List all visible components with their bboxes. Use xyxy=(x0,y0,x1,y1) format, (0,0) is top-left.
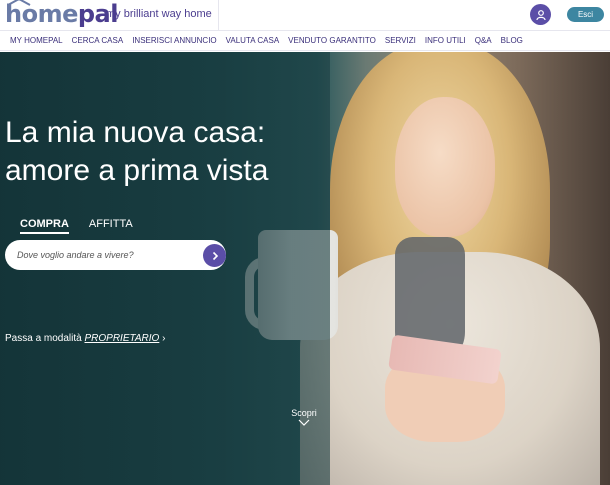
owner-link-chevron: › xyxy=(162,333,166,344)
headline-line-1: La mia nuova casa: xyxy=(5,116,266,149)
nav-item-blog[interactable]: BLOG xyxy=(501,36,523,45)
location-search-input[interactable] xyxy=(17,240,192,270)
nav-item-my-homepal[interactable]: MY HOMEPAL xyxy=(10,36,63,45)
owner-mode-link[interactable]: Passa a modalità PROPRIETARIO › xyxy=(5,333,165,344)
nav-item-servizi[interactable]: SERVIZI xyxy=(385,36,416,45)
logout-button[interactable]: Esci xyxy=(567,7,604,22)
nav-item-info-utili[interactable]: INFO UTILI xyxy=(425,36,466,45)
hero-section: La mia nuova casa: amore a prima vista C… xyxy=(0,52,610,485)
roof-icon xyxy=(7,0,31,6)
nav-item-valuta-casa[interactable]: VALUTA CASA xyxy=(226,36,280,45)
nav-item-venduto-garantito[interactable]: VENDUTO GARANTITO xyxy=(288,36,376,45)
hero-headline: La mia nuova casa: amore a prima vista xyxy=(5,114,268,190)
search-submit-button[interactable] xyxy=(203,244,226,267)
owner-link-prefix: Passa a modalità xyxy=(5,333,85,344)
nav-item-cerca-casa[interactable]: CERCA CASA xyxy=(72,36,124,45)
nav-item-inserisci-annuncio[interactable]: INSERISCI ANNUNCIO xyxy=(132,36,216,45)
main-navigation: MY HOMEPAL CERCA CASA INSERISCI ANNUNCIO… xyxy=(0,31,610,51)
chevron-right-icon xyxy=(212,251,218,260)
discover-button[interactable]: Scopri xyxy=(289,408,319,428)
nav-item-qa[interactable]: Q&A xyxy=(475,36,492,45)
top-header: homepal my brilliant way home Esci xyxy=(0,0,610,31)
homepal-logo[interactable]: homepal xyxy=(5,0,118,27)
chevron-down-icon xyxy=(298,419,310,426)
user-account-button[interactable] xyxy=(530,4,551,25)
headline-line-2: amore a prima vista xyxy=(5,154,269,187)
tab-compra[interactable]: COMPRA xyxy=(20,218,69,234)
search-mode-tabs: COMPRA AFFITTA xyxy=(20,218,153,234)
user-icon xyxy=(535,9,546,20)
discover-label: Scopri xyxy=(291,408,317,418)
tagline: my brilliant way home xyxy=(106,8,212,20)
location-search-box xyxy=(5,240,226,270)
tab-affitta[interactable]: AFFITTA xyxy=(89,218,133,234)
header-divider xyxy=(218,0,219,30)
owner-link-emphasis: PROPRIETARIO xyxy=(84,333,160,344)
